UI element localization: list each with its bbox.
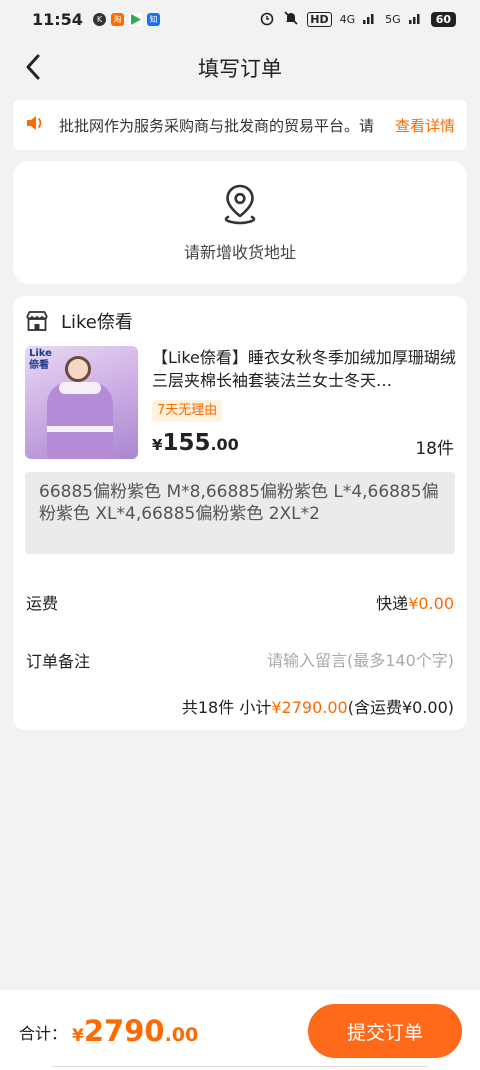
shipping-method: 快递 xyxy=(376,594,409,613)
remark-input[interactable] xyxy=(234,650,454,670)
remark-row: 订单备注 xyxy=(26,648,454,672)
status-app-icons: K 淘 知 xyxy=(92,12,160,26)
speaker-icon xyxy=(25,114,45,136)
product-image-brand-line1: Like xyxy=(29,348,52,359)
submit-order-button[interactable]: 提交订单 xyxy=(308,1004,462,1058)
add-address-prompt: 请新增收货地址 xyxy=(183,242,296,262)
subtotal-label: 小计 xyxy=(239,698,272,717)
notice-banner: 批批网作为服务采购商与批发商的贸易平台。请 查看详情 xyxy=(13,100,467,150)
shop-name: Like倷看 xyxy=(61,312,133,333)
location-pin-icon xyxy=(224,184,256,224)
shop-icon xyxy=(26,311,48,331)
product-image-belt xyxy=(47,426,113,432)
order-subtotal: 共18件 小计¥2790.00(含运费¥0.00) xyxy=(182,694,454,718)
product-image-brand-line2: 倷看 xyxy=(29,360,49,371)
status-time: 11:54 xyxy=(32,9,83,29)
product-image-collar xyxy=(59,382,101,394)
page-title: 填写订单 xyxy=(198,57,282,81)
home-indicator xyxy=(52,1066,428,1070)
shop-header[interactable]: Like倷看 xyxy=(25,308,133,334)
total-label: 合计： xyxy=(19,1024,68,1043)
add-address-card[interactable]: 请新增收货地址 xyxy=(13,161,467,284)
product-image[interactable]: Like 倷看 xyxy=(25,346,138,459)
app-k-icon: K xyxy=(92,12,106,26)
product-price: ¥155.00 xyxy=(152,430,239,456)
subtotal-amount: ¥2790.00 xyxy=(271,698,348,717)
price-symbol: ¥ xyxy=(152,436,163,454)
status-right: HD 4G 5G 60 xyxy=(259,10,456,29)
battery-indicator: 60 xyxy=(430,11,456,27)
network-4g-label: 4G xyxy=(339,12,356,26)
total-decimal: .00 xyxy=(164,1024,199,1046)
item-count: 共18件 xyxy=(181,698,235,717)
product-quantity: 18件 xyxy=(415,439,454,459)
summary-row: 共18件 小计¥2790.00(含运费¥0.00) xyxy=(26,694,454,718)
return-policy-tag: 7天无理由 xyxy=(152,400,223,422)
product-title[interactable]: 【Like倷看】睡衣女秋冬季加绒加厚珊瑚绒三层夹棉长袖套装法兰女士冬天… xyxy=(152,346,456,392)
product-image-brand: Like 倷看 xyxy=(29,348,52,372)
shipping-fee: ¥0.00 xyxy=(408,594,454,613)
network-5g-label: 5G xyxy=(385,12,401,26)
price-decimal: .00 xyxy=(210,435,239,454)
product-image-head xyxy=(65,356,91,382)
signal-icon xyxy=(363,12,377,27)
bottom-bar: 合计： ¥2790.00 提交订单 xyxy=(0,990,480,1070)
subtotal-shipping-note: (含运费¥0.00) xyxy=(347,698,454,717)
nav-bar: 填写订单 xyxy=(0,38,480,96)
shipping-label: 运费 xyxy=(26,594,59,613)
status-bar: 11:54 K 淘 知 HD 4G 5G 60 xyxy=(0,0,480,38)
shipping-value: 快递¥0.00 xyxy=(376,590,454,614)
app-taobao-icon: 淘 xyxy=(110,12,124,26)
order-page: 11:54 K 淘 知 HD 4G 5G 60 填写订单 批批网作为服务采购商与… xyxy=(0,0,480,1070)
app-zhihu-icon: 知 xyxy=(146,12,160,26)
total-price: ¥2790.00 xyxy=(72,1014,198,1048)
total-integer: 2790 xyxy=(83,1014,165,1048)
view-details-link[interactable]: 查看详情 xyxy=(395,115,455,136)
mute-icon xyxy=(283,10,299,29)
alarm-icon xyxy=(259,10,275,29)
product-spec: 66885偏粉紫色 M*8,66885偏粉紫色 L*4,66885偏粉紫色 XL… xyxy=(25,472,455,554)
notice-text: 批批网作为服务采购商与批发商的贸易平台。请 xyxy=(59,116,375,135)
order-card: Like倷看 Like 倷看 【Like倷看】睡衣女秋冬季加绒加厚珊瑚绒三层夹棉… xyxy=(13,296,467,730)
app-play-icon xyxy=(128,12,142,26)
remark-label: 订单备注 xyxy=(26,652,91,671)
total-symbol: ¥ xyxy=(72,1026,84,1046)
signal-icon-2 xyxy=(408,12,423,27)
shipping-row: 运费 快递¥0.00 xyxy=(26,590,454,614)
hd-badge: HD xyxy=(307,11,332,27)
price-integer: 155 xyxy=(162,430,211,456)
